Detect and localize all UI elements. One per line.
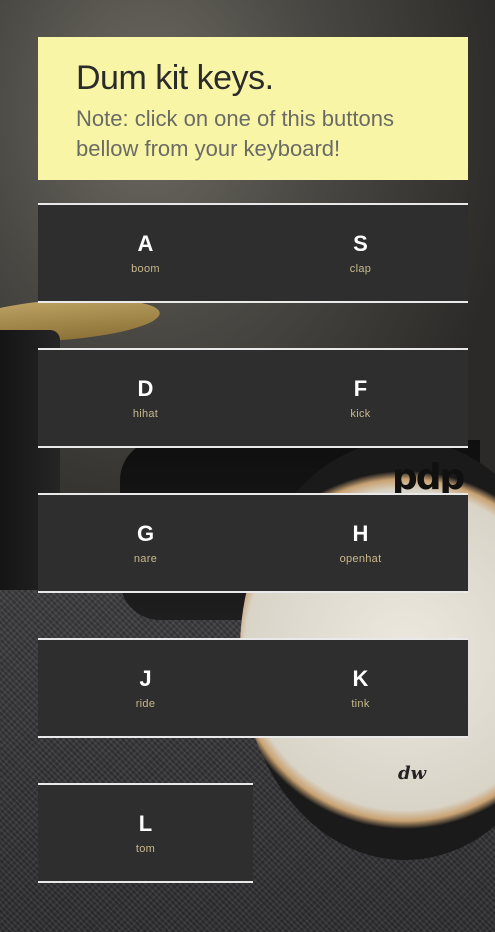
key-f-button[interactable]: F kick bbox=[253, 348, 468, 448]
page-title: Dum kit keys. bbox=[76, 59, 274, 97]
key-letter: S bbox=[353, 231, 368, 256]
key-letter: F bbox=[353, 376, 368, 401]
key-a-button[interactable]: A boom bbox=[38, 203, 253, 303]
drum-key-grid: A boom S clap D hihat F kick G nare H op… bbox=[38, 203, 468, 883]
key-sound-label: ride bbox=[135, 698, 156, 710]
key-s-button[interactable]: S clap bbox=[253, 203, 468, 303]
key-sound-label: boom bbox=[131, 263, 160, 275]
key-sound-label: tom bbox=[135, 843, 156, 855]
key-j-button[interactable]: J ride bbox=[38, 638, 253, 738]
key-sound-label: hihat bbox=[132, 408, 159, 420]
key-letter: D bbox=[137, 376, 154, 401]
key-letter: J bbox=[139, 666, 152, 691]
key-sound-label: tink bbox=[351, 698, 370, 710]
key-letter: H bbox=[352, 521, 369, 546]
key-d-button[interactable]: D hihat bbox=[38, 348, 253, 448]
key-letter: G bbox=[136, 521, 155, 546]
key-g-button[interactable]: G nare bbox=[38, 493, 253, 593]
key-sound-label: kick bbox=[350, 408, 371, 420]
key-sound-label: clap bbox=[349, 263, 372, 275]
key-sound-label: openhat bbox=[339, 553, 382, 565]
key-letter: A bbox=[137, 231, 154, 256]
instructions-note: Note: click on one of this buttons bello… bbox=[76, 106, 394, 162]
key-letter: L bbox=[138, 811, 153, 836]
key-sound-label: nare bbox=[133, 553, 158, 565]
key-h-button[interactable]: H openhat bbox=[253, 493, 468, 593]
key-k-button[interactable]: K tink bbox=[253, 638, 468, 738]
key-l-button[interactable]: L tom bbox=[38, 783, 253, 883]
header-card: Dum kit keys. Note: click on one of this… bbox=[38, 37, 468, 180]
key-letter: K bbox=[352, 666, 369, 691]
